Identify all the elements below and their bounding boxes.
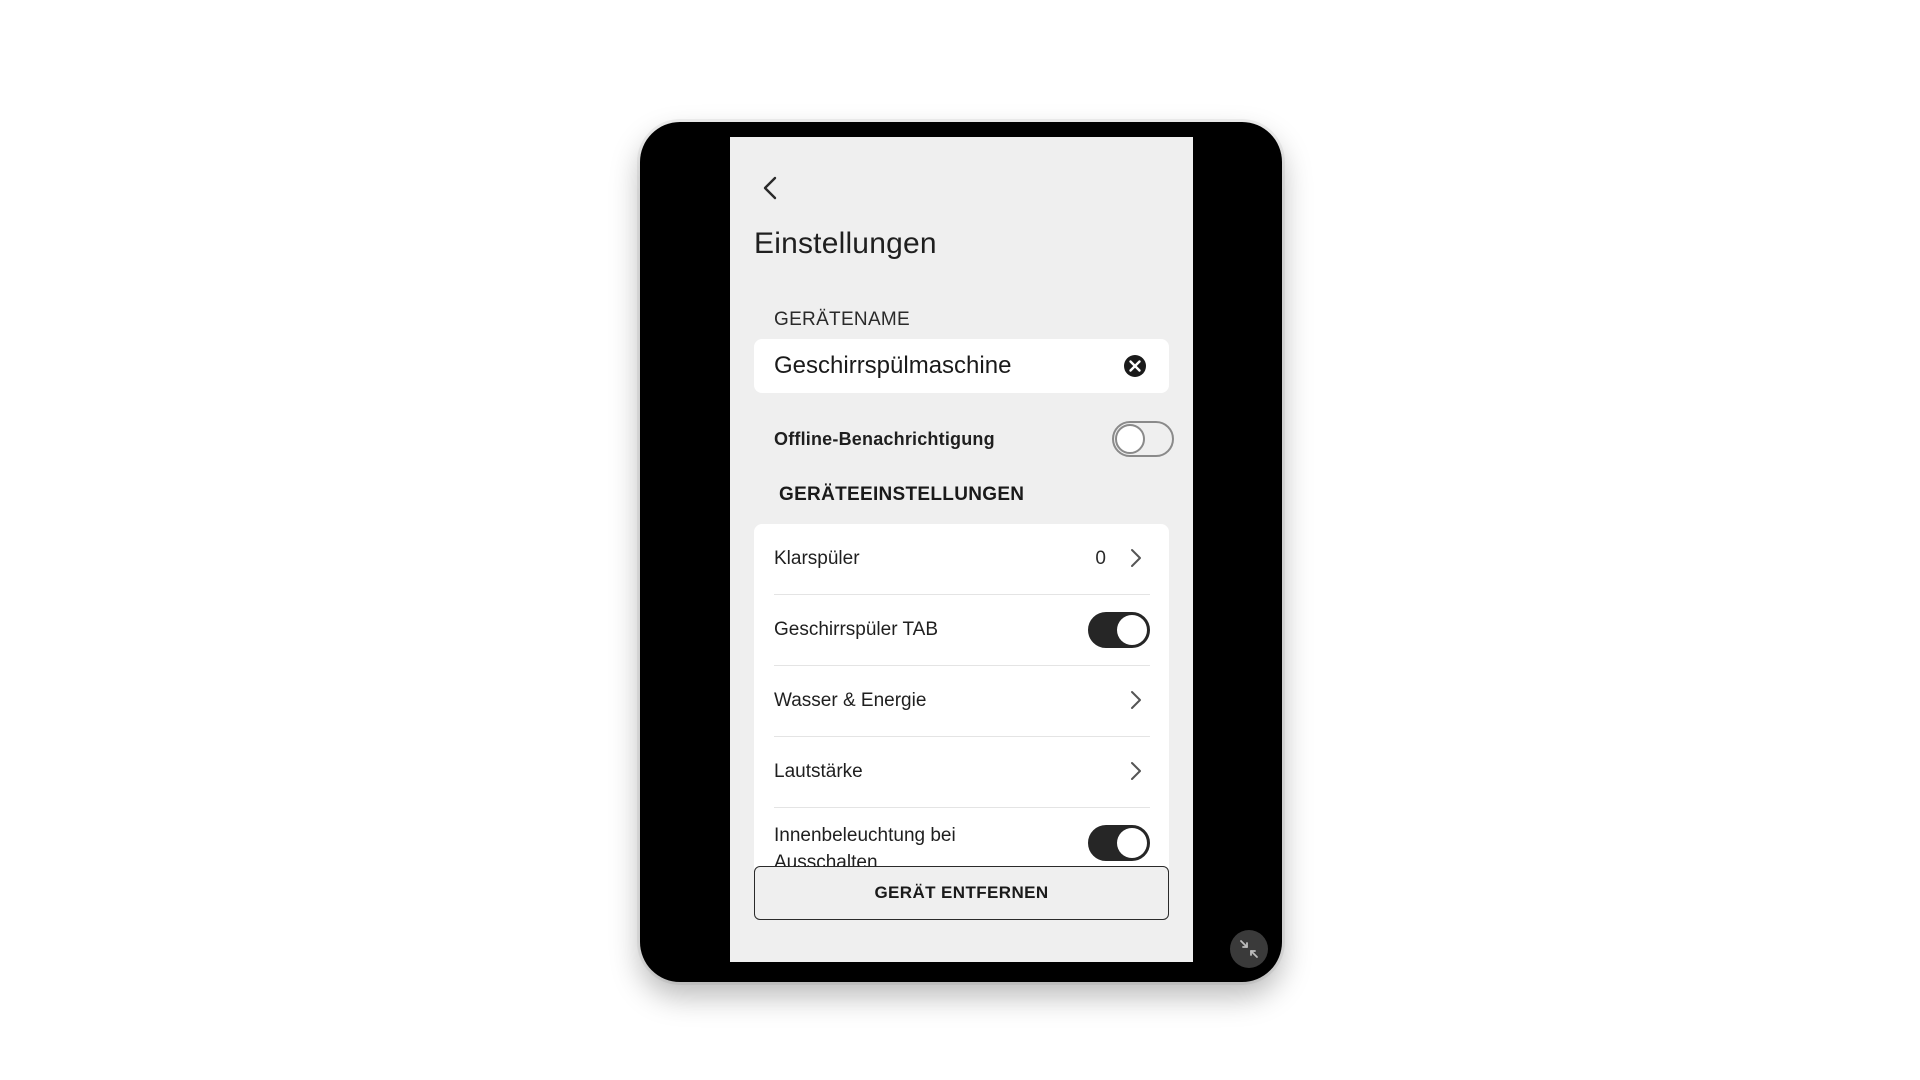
setting-value: 0 bbox=[1095, 548, 1106, 569]
device-name-label: GERÄTENAME bbox=[774, 309, 911, 330]
toggle-knob bbox=[1117, 828, 1147, 858]
setting-row-geschirrspueler-tab: Geschirrspüler TAB bbox=[774, 595, 1150, 666]
setting-row-wasser-energie[interactable]: Wasser & Energie bbox=[774, 666, 1150, 737]
clear-name-button[interactable] bbox=[1123, 354, 1147, 378]
geschirrspueler-tab-toggle[interactable] bbox=[1088, 612, 1150, 648]
setting-label: Klarspüler bbox=[774, 548, 860, 569]
device-settings-heading: GERÄTEEINSTELLUNGEN bbox=[779, 484, 1025, 505]
innenbeleuchtung-toggle[interactable] bbox=[1088, 825, 1150, 861]
remove-device-button[interactable]: GERÄT ENTFERNEN bbox=[754, 866, 1169, 920]
setting-label: Lautstärke bbox=[774, 761, 863, 782]
device-settings-card: Klarspüler 0 Geschirrspüler TAB Wasser &… bbox=[754, 524, 1169, 894]
chevron-left-icon bbox=[763, 176, 777, 200]
chevron-right-icon bbox=[1131, 691, 1141, 709]
offline-notification-row: Offline-Benachrichtigung bbox=[774, 419, 1174, 459]
toggle-knob bbox=[1117, 615, 1147, 645]
collapse-button[interactable] bbox=[1230, 930, 1268, 968]
app-screen: Einstellungen GERÄTENAME Offline-Benachr… bbox=[730, 137, 1193, 962]
chevron-right-icon bbox=[1131, 762, 1141, 780]
setting-row-klarspueler[interactable]: Klarspüler 0 bbox=[774, 524, 1150, 595]
offline-notification-toggle[interactable] bbox=[1112, 421, 1174, 457]
toggle-knob bbox=[1115, 424, 1145, 454]
offline-notification-label: Offline-Benachrichtigung bbox=[774, 429, 995, 449]
device-name-input[interactable] bbox=[774, 339, 1104, 393]
setting-label: Geschirrspüler TAB bbox=[774, 619, 939, 640]
setting-row-lautstaerke[interactable]: Lautstärke bbox=[774, 737, 1150, 808]
setting-label: Wasser & Energie bbox=[774, 690, 927, 711]
page-title: Einstellungen bbox=[754, 227, 937, 260]
chevron-right-icon bbox=[1131, 549, 1141, 567]
back-button[interactable] bbox=[756, 173, 786, 203]
close-circle-icon bbox=[1124, 355, 1146, 377]
device-frame: Einstellungen GERÄTENAME Offline-Benachr… bbox=[640, 122, 1282, 982]
device-name-field bbox=[754, 339, 1169, 393]
collapse-arrows-icon bbox=[1240, 940, 1258, 958]
